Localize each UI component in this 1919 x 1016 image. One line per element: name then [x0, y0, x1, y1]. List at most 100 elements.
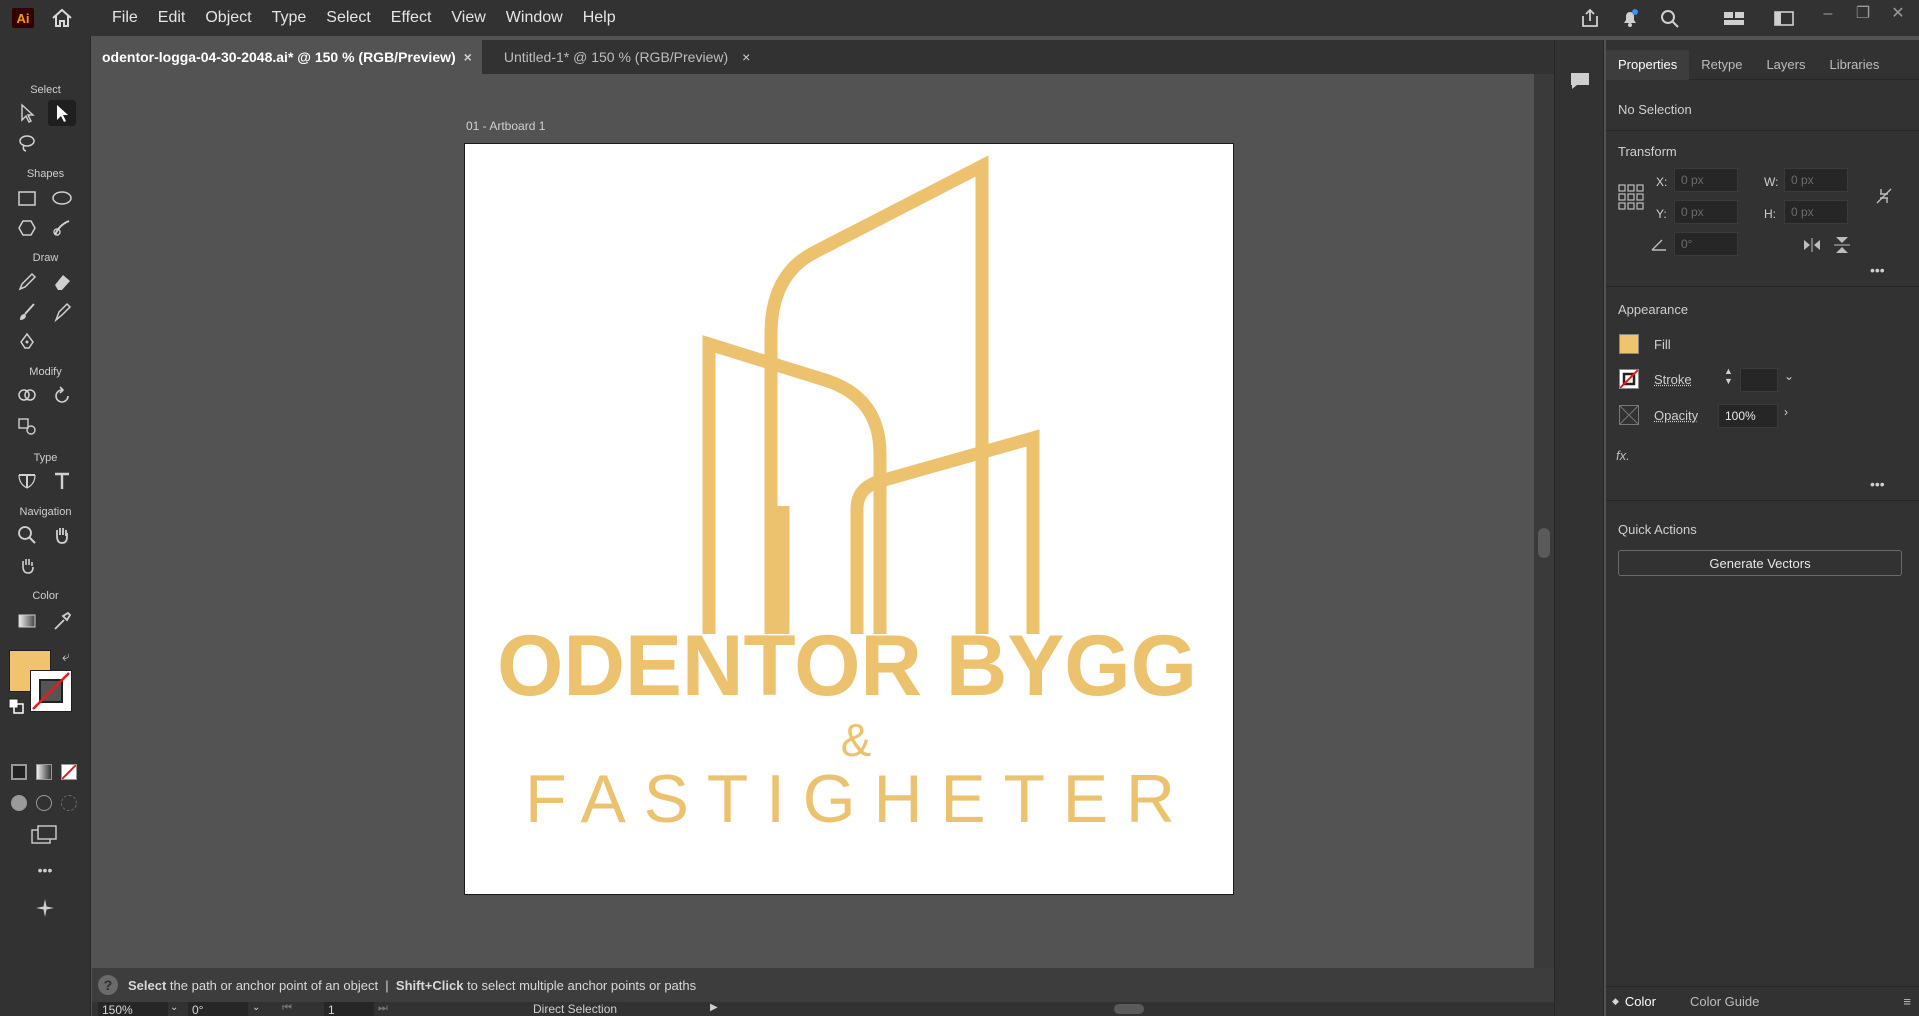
selection-tool-icon[interactable]	[13, 100, 41, 126]
stroke-dropdown-icon[interactable]: ⌄	[1784, 369, 1794, 383]
restore-icon[interactable]: ❐	[1853, 4, 1873, 24]
change-screen-mode-icon[interactable]	[30, 824, 58, 846]
zoom-field[interactable]: 150%	[98, 1002, 168, 1016]
shaper-tool-icon[interactable]	[48, 215, 76, 241]
eyedropper-tool-icon[interactable]	[48, 608, 76, 634]
appearance-stroke-swatch[interactable]	[1619, 369, 1639, 389]
rotation-field[interactable]: 0°	[188, 1002, 248, 1016]
collapse-icon[interactable]: ◆	[1612, 996, 1619, 1007]
menu-edit[interactable]: Edit	[148, 0, 196, 36]
color-mode-icon[interactable]	[11, 764, 27, 780]
transform-more-icon[interactable]: •••	[1870, 262, 1885, 278]
tab-color[interactable]: Color	[1625, 994, 1656, 1009]
lasso-tool-icon[interactable]	[13, 130, 41, 156]
eraser-tool-icon[interactable]	[48, 269, 76, 295]
rotation-dropdown-icon[interactable]: ⌄	[252, 1002, 260, 1013]
y-input[interactable]: 0 px	[1674, 200, 1738, 224]
rotate-tool-icon[interactable]	[48, 383, 76, 409]
zoom-tool-icon[interactable]	[13, 522, 41, 548]
direct-selection-tool-icon[interactable]	[48, 100, 76, 126]
opacity-arrow-icon[interactable]: ›	[1784, 405, 1788, 419]
tab-untitled-1[interactable]: Untitled-1* @ 150 % (RGB/Preview) ×	[482, 40, 760, 74]
hand-tool-icon[interactable]	[48, 522, 76, 548]
swap-fill-stroke-icon[interactable]: ⤶	[62, 648, 78, 664]
close-icon[interactable]: ×	[742, 49, 750, 65]
draw-normal-icon[interactable]	[11, 795, 27, 811]
horizontal-scroll-thumb[interactable]	[1114, 1004, 1144, 1014]
flip-horizontal-icon[interactable]	[1802, 236, 1822, 254]
none-mode-icon[interactable]	[61, 764, 77, 780]
workspace-switcher-icon[interactable]	[1722, 7, 1746, 29]
flip-vertical-icon[interactable]	[1832, 236, 1852, 254]
rotate-view-tool-icon[interactable]	[13, 552, 41, 578]
pen-tool-icon[interactable]	[13, 329, 41, 355]
default-fill-stroke-icon[interactable]	[8, 698, 24, 714]
gradient-mode-icon[interactable]	[36, 764, 52, 780]
rectangle-tool-icon[interactable]	[13, 185, 41, 211]
tab-layers[interactable]: Layers	[1754, 50, 1817, 80]
artboard-number-field[interactable]: 1	[324, 1002, 374, 1016]
polygon-tool-icon[interactable]	[13, 215, 41, 241]
close-icon[interactable]: ×	[464, 49, 472, 65]
constrain-proportions-icon[interactable]	[1874, 186, 1894, 206]
help-icon[interactable]: ?	[98, 975, 118, 995]
menu-type[interactable]: Type	[262, 0, 317, 36]
menu-object[interactable]: Object	[195, 0, 261, 36]
appearance-fill-swatch[interactable]	[1619, 334, 1639, 354]
generate-vectors-button[interactable]: Generate Vectors	[1618, 550, 1902, 576]
vertical-scrollbar[interactable]	[1534, 74, 1554, 1002]
notification-bell-icon[interactable]	[1618, 7, 1642, 29]
menu-help[interactable]: Help	[573, 0, 626, 36]
artboard[interactable]: ODENTOR BYGG & FASTIGHETER	[464, 143, 1234, 895]
logo-artwork[interactable]: ODENTOR BYGG & FASTIGHETER	[465, 144, 1233, 894]
shape-builder-tool-icon[interactable]	[13, 383, 41, 409]
stroke-weight-input[interactable]	[1740, 368, 1778, 392]
stroke-swatch[interactable]	[30, 670, 72, 712]
angle-input[interactable]: 0°	[1674, 232, 1738, 256]
comments-icon[interactable]	[1568, 70, 1592, 92]
gradient-tool-icon[interactable]	[13, 608, 41, 634]
blob-brush-tool-icon[interactable]	[48, 299, 76, 325]
opacity-input[interactable]: 100%	[1718, 404, 1778, 428]
retype-tool-icon[interactable]	[13, 468, 41, 494]
menu-window[interactable]: Window	[496, 0, 573, 36]
play-icon[interactable]: ▶	[710, 1002, 718, 1013]
menu-view[interactable]: View	[441, 0, 495, 36]
draw-behind-icon[interactable]	[36, 795, 52, 811]
menu-effect[interactable]: Effect	[381, 0, 442, 36]
first-artboard-icon[interactable]: ⏮	[282, 1002, 292, 1015]
share-icon[interactable]	[1578, 7, 1602, 29]
arrange-documents-icon[interactable]	[1772, 7, 1796, 29]
menu-select[interactable]: Select	[316, 0, 380, 36]
tab-color-guide[interactable]: Color Guide	[1690, 994, 1759, 1009]
generative-tool-icon[interactable]	[33, 896, 57, 920]
stroke-label[interactable]: Stroke	[1654, 372, 1692, 387]
minimize-icon[interactable]: –	[1818, 4, 1838, 24]
home-icon[interactable]	[50, 8, 74, 28]
draw-inside-icon[interactable]	[61, 795, 77, 811]
vertical-scroll-thumb[interactable]	[1538, 528, 1550, 558]
tab-libraries[interactable]: Libraries	[1817, 50, 1891, 80]
ellipse-tool-icon[interactable]	[48, 185, 76, 211]
tab-odentor-logga[interactable]: odentor-logga-04-30-2048.ai* @ 150 % (RG…	[92, 40, 482, 74]
search-icon[interactable]	[1658, 7, 1682, 29]
w-input[interactable]: 0 px	[1784, 168, 1848, 192]
edit-toolbar-more-icon[interactable]: •••	[30, 862, 60, 882]
h-input[interactable]: 0 px	[1784, 200, 1848, 224]
type-tool-icon[interactable]	[48, 468, 76, 494]
reference-point-icon[interactable]	[1618, 184, 1644, 210]
x-input[interactable]: 0 px	[1674, 168, 1738, 192]
tab-retype[interactable]: Retype	[1689, 50, 1754, 80]
appearance-more-icon[interactable]: •••	[1870, 476, 1885, 492]
fx-icon[interactable]: fx.	[1616, 448, 1630, 463]
zoom-dropdown-icon[interactable]: ⌄	[170, 1002, 178, 1013]
free-transform-tool-icon[interactable]	[13, 413, 41, 439]
opacity-label[interactable]: Opacity	[1654, 408, 1698, 423]
tab-properties[interactable]: Properties	[1606, 50, 1690, 80]
panel-menu-icon[interactable]: ≡	[1903, 994, 1911, 1009]
menu-file[interactable]: File	[102, 0, 148, 36]
paintbrush-tool-icon[interactable]	[13, 299, 41, 325]
pencil-tool-icon[interactable]	[13, 269, 41, 295]
stroke-stepper-icon[interactable]: ▲ ▼	[1724, 366, 1733, 386]
last-artboard-icon[interactable]: ⏭	[378, 1002, 388, 1015]
